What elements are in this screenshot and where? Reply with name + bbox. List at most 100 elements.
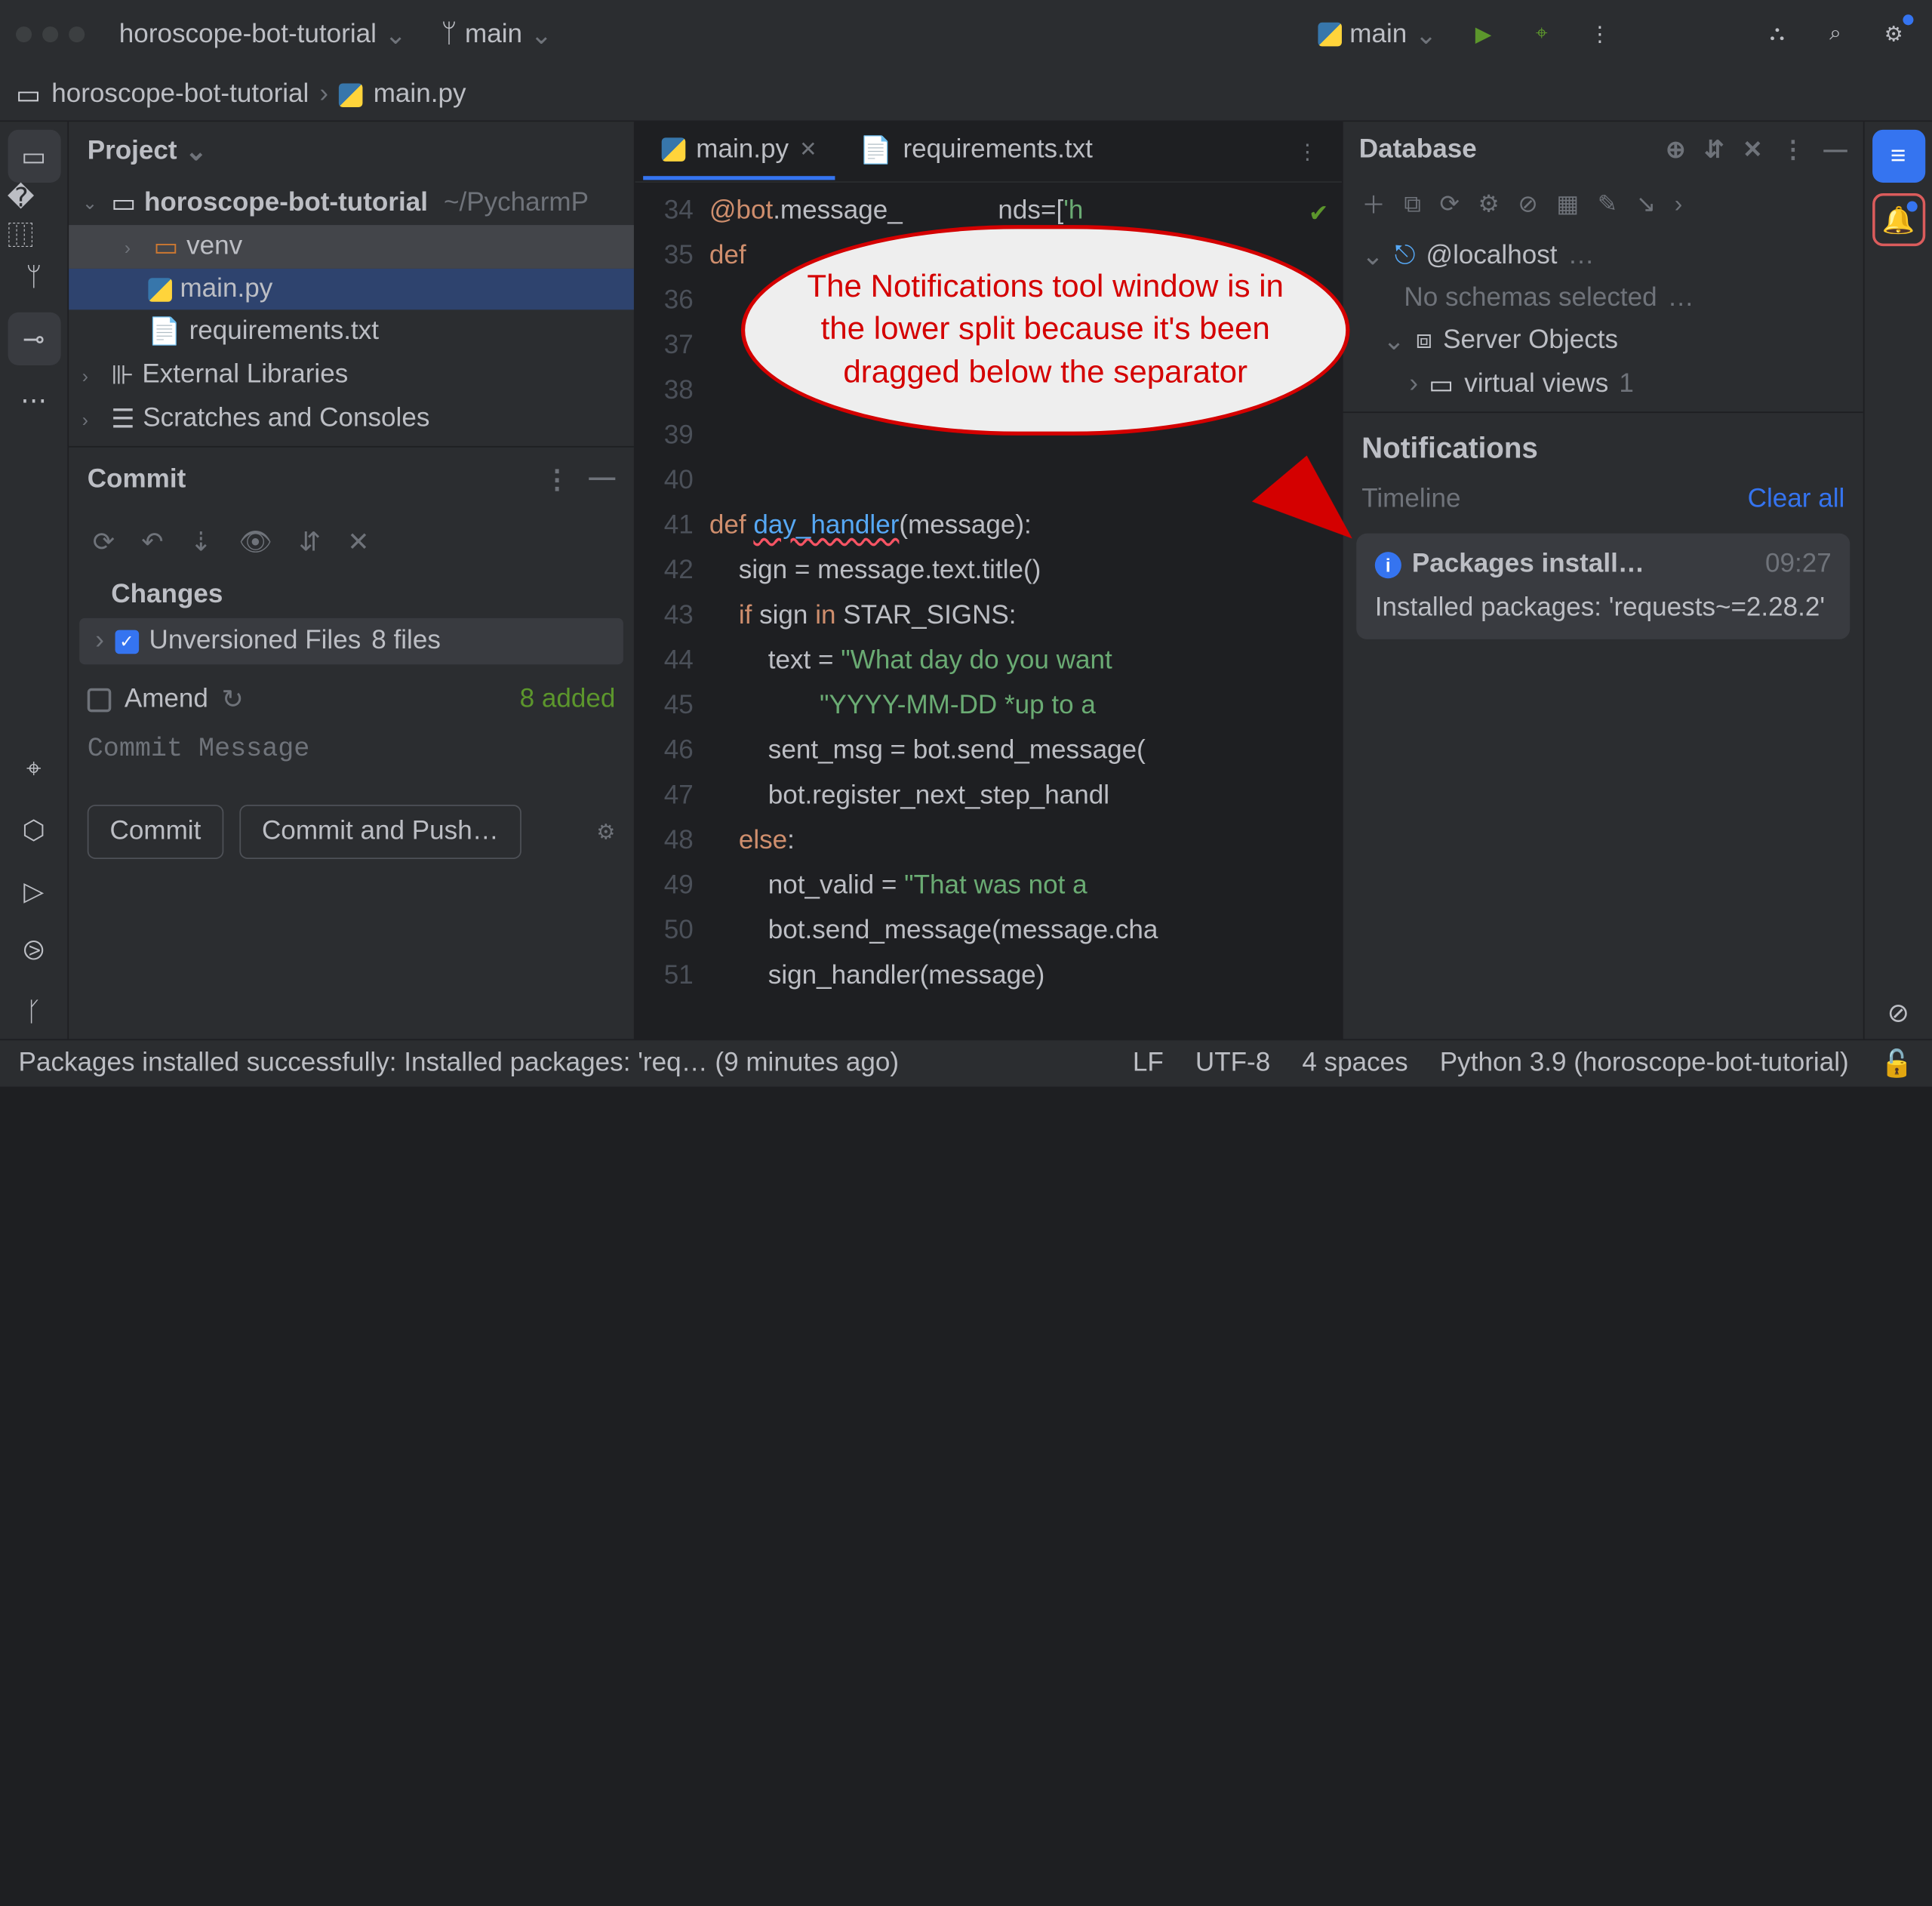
branch-selector[interactable]: ᛘ main ⌄: [430, 13, 563, 57]
python-icon: [1318, 23, 1342, 47]
left-panel: Project⌄ ⌄▭ horoscope-bot-tutorial~/Pych…: [69, 122, 635, 1039]
run-button[interactable]: ▶: [1461, 12, 1506, 57]
status-bar: Packages installed successfully: Install…: [0, 1039, 1932, 1086]
settings-icon[interactable]: ⚙: [1478, 190, 1499, 218]
indent[interactable]: 4 spaces: [1302, 1048, 1407, 1079]
commit-message-input[interactable]: Commit Message: [69, 734, 634, 765]
structure-tool-button[interactable]: �⿲: [8, 190, 60, 243]
datasource-icon: ⎋: [1395, 241, 1416, 271]
breadcrumb-root[interactable]: horoscope-bot-tutorial: [51, 79, 309, 109]
jump-icon[interactable]: ↘: [1636, 190, 1656, 218]
left-tool-strip: ▭ �⿲ ᛘ ⊸ ⋯ ⌖ ⬡ ▷ ⧁ ᚴ: [0, 122, 69, 1039]
folder-icon: ▭: [153, 230, 178, 263]
run-tool-button[interactable]: ▷: [8, 864, 60, 917]
tab-more-icon[interactable]: ⋮: [1281, 138, 1334, 165]
notifications-tool-button[interactable]: 🔔: [1872, 193, 1924, 246]
duplicate-icon[interactable]: ⧉: [1404, 190, 1421, 218]
commit-and-push-button[interactable]: Commit and Push…: [239, 805, 521, 859]
encoding[interactable]: UTF-8: [1195, 1048, 1270, 1079]
code-with-me-icon[interactable]: ⛬: [1755, 12, 1800, 57]
tab-requirements-txt[interactable]: 📄requirements.txt: [841, 122, 1111, 180]
close-icon[interactable]: ✕: [1743, 137, 1762, 165]
services-tool-button[interactable]: ⬡: [8, 803, 60, 856]
right-tool-strip: ≡ 🔔 ⊘: [1863, 122, 1932, 1039]
database-tool-button[interactable]: ≡: [1872, 130, 1924, 183]
problems-tool-button[interactable]: ⊘: [1872, 986, 1924, 1039]
timeline-label: Timeline: [1361, 485, 1460, 515]
show-icon[interactable]: 👁: [238, 525, 272, 559]
commit-tool-button[interactable]: ⊸: [8, 313, 60, 365]
minimize-icon[interactable]: —: [1823, 137, 1847, 165]
settings-icon[interactable]: ⚙: [1871, 12, 1916, 57]
titlebar: horoscope-bot-tutorial ⌄ ᛘ main ⌄ main ⌄…: [0, 0, 1932, 69]
git-tool-button[interactable]: ᚴ: [8, 986, 60, 1039]
python-icon: [662, 137, 686, 162]
line-ending[interactable]: LF: [1133, 1048, 1164, 1079]
text-file-icon: 📄: [860, 133, 893, 166]
info-icon: i: [1375, 551, 1401, 577]
text-file-icon: 📄: [148, 315, 181, 348]
tab-main-py[interactable]: main.py✕: [643, 124, 835, 180]
history-icon[interactable]: ↻: [221, 683, 243, 716]
diff-icon[interactable]: ⇣: [190, 525, 212, 559]
inspection-ok-icon[interactable]: ✔: [1309, 190, 1328, 236]
edit-icon[interactable]: ✎: [1598, 190, 1617, 218]
options-icon[interactable]: ⋮: [544, 463, 571, 497]
vcs-tool-button[interactable]: ᛘ: [8, 251, 60, 304]
more-icon[interactable]: ›: [1675, 190, 1683, 218]
database-tree[interactable]: ⌄ ⎋ @localhost … No schemas selected … ⌄…: [1343, 229, 1863, 411]
right-panel: Database ⊕ ⇵ ✕ ⋮ — ＋ ⧉ ⟳ ⚙ ⊘ ▦ ✎ ↘ ›: [1342, 122, 1863, 1039]
added-count: 8 added: [520, 685, 616, 715]
breadcrumb: ▭ horoscope-bot-tutorial › main.py: [0, 69, 1932, 122]
table-icon[interactable]: ▦: [1556, 190, 1579, 218]
stop-icon[interactable]: ⊘: [1518, 190, 1537, 218]
server-icon: ⧈: [1416, 325, 1432, 356]
database-panel-header: Database ⊕ ⇵ ✕ ⋮ —: [1343, 122, 1863, 178]
clear-all-button[interactable]: Clear all: [1748, 485, 1845, 515]
refresh-icon[interactable]: ⟳: [1439, 190, 1459, 218]
project-tool-button[interactable]: ▭: [8, 130, 60, 183]
checkbox-checked-icon[interactable]: ✓: [115, 630, 139, 654]
run-config-selector[interactable]: main ⌄: [1307, 13, 1447, 57]
debug-tool-button[interactable]: ⌖: [8, 743, 60, 796]
annotation-callout: The Notifications tool window is in the …: [741, 225, 1350, 436]
project-selector[interactable]: horoscope-bot-tutorial ⌄: [109, 13, 417, 57]
notification-item[interactable]: i Packages install… 09:27 Installed pack…: [1356, 534, 1850, 639]
editor-tabs: main.py✕ 📄requirements.txt ⋮: [635, 122, 1342, 183]
project-panel-header[interactable]: Project⌄: [69, 122, 634, 181]
more-actions-button[interactable]: ⋮: [1577, 12, 1623, 57]
chevron-right-icon: ›: [319, 79, 328, 109]
scratch-icon: ☰: [111, 402, 134, 436]
project-tree[interactable]: ⌄▭ horoscope-bot-tutorial~/PycharmP ›▭ v…: [69, 181, 634, 441]
add-icon[interactable]: ＋: [1361, 186, 1386, 221]
notification-body: Installed packages: 'requests~=2.28.2': [1375, 593, 1832, 624]
window-controls[interactable]: [16, 26, 85, 42]
lock-icon[interactable]: 🔓: [1881, 1047, 1914, 1080]
breadcrumb-file[interactable]: main.py: [374, 79, 466, 109]
amend-checkbox[interactable]: [88, 688, 112, 712]
close-icon[interactable]: ✕: [799, 137, 817, 163]
interpreter[interactable]: Python 3.9 (horoscope-bot-tutorial): [1440, 1048, 1849, 1079]
rollback-icon[interactable]: ↶: [141, 525, 163, 559]
status-message[interactable]: Packages installed successfully: Install…: [19, 1048, 899, 1079]
changes-label: Changes: [69, 571, 634, 617]
options-icon[interactable]: ⋮: [1781, 137, 1805, 165]
collapse-icon[interactable]: ⇵: [1704, 137, 1724, 165]
group-icon[interactable]: ✕: [347, 525, 369, 559]
more-tool-button[interactable]: ⋯: [8, 373, 60, 426]
debug-button[interactable]: ⌖: [1519, 12, 1564, 57]
terminal-tool-button[interactable]: ⧁: [8, 925, 60, 978]
notification-time: 09:27: [1765, 550, 1832, 580]
unversioned-files-row[interactable]: › ✓ Unversioned Files 8 files: [79, 618, 623, 664]
python-icon: [148, 277, 172, 301]
search-icon[interactable]: ⌕: [1813, 12, 1858, 57]
minimize-icon[interactable]: —: [589, 463, 615, 497]
branch-icon: ᛘ: [441, 19, 457, 49]
folder-icon: ▭: [1429, 368, 1454, 401]
expand-icon[interactable]: ⇵: [299, 525, 321, 559]
commit-panel-header: Commit ⋮—: [69, 446, 634, 513]
refresh-icon[interactable]: ⟳: [93, 525, 115, 559]
commit-button[interactable]: Commit: [88, 805, 223, 859]
target-icon[interactable]: ⊕: [1666, 137, 1685, 165]
commit-settings-icon[interactable]: ⚙: [596, 818, 615, 845]
